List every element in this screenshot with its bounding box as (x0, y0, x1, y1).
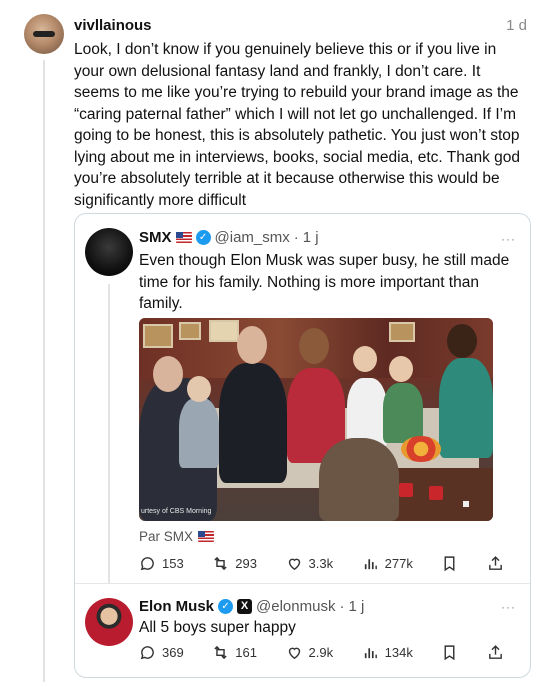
x-logo-icon: X (237, 599, 253, 614)
quoted-post[interactable]: SMX ✓ @iam_smx · 1 j ··· Even though Elo… (74, 213, 531, 678)
video-thumbnail[interactable]: urtesy of CBS Morning (139, 318, 493, 521)
us-flag-icon (198, 531, 215, 542)
reply-count: 369 (162, 644, 184, 660)
verified-badge-icon: ✓ (195, 230, 211, 245)
video-credit: urtesy of CBS Morning (141, 508, 212, 515)
repost-button[interactable]: 293 (212, 555, 257, 572)
elon-avatar[interactable] (85, 598, 133, 646)
reply-author-line: Elon Musk ✓ X @elonmusk · 1 j (139, 598, 364, 615)
post-divider (75, 583, 530, 584)
reply-author-name[interactable]: Elon Musk (139, 598, 214, 615)
post-text: Look, I don’t know if you genuinely beli… (74, 41, 521, 209)
share-icon (489, 644, 502, 659)
reply-icon (140, 645, 154, 659)
thread-line (43, 60, 45, 682)
post-time: 1 d (506, 17, 527, 34)
post-card: vivllainous 1 d Look, I don’t know if yo… (0, 0, 545, 682)
reply-button[interactable]: 369 (139, 644, 184, 661)
quoted-post-time: 1 j (302, 229, 319, 246)
heart-icon (288, 558, 300, 570)
quoted-author-handle[interactable]: @iam_smx (215, 229, 290, 246)
reply-count: 153 (162, 555, 184, 571)
quoted-author-name[interactable]: SMX (139, 229, 172, 246)
share-button[interactable] (487, 644, 504, 661)
reply-author-handle[interactable]: @elonmusk (256, 598, 335, 615)
like-count: 3.3k (308, 555, 334, 571)
like-count: 2.9k (308, 644, 334, 660)
user-avatar[interactable] (24, 14, 64, 54)
quoted-post-actions: 153 293 3.3k 277k (139, 553, 504, 573)
via-label: Par SMX (139, 529, 215, 544)
dot-separator: · (293, 229, 299, 246)
smx-avatar[interactable] (85, 228, 133, 276)
repost-icon (214, 556, 227, 570)
reply-post-time: 1 j (348, 598, 365, 615)
like-button[interactable]: 3.3k (286, 555, 334, 572)
bookmark-button[interactable] (441, 644, 458, 661)
share-button[interactable] (487, 555, 504, 572)
reply-icon (140, 556, 154, 570)
bookmark-icon (444, 555, 455, 571)
more-options-icon[interactable]: ··· (501, 600, 516, 614)
views-icon (364, 558, 377, 569)
post-username[interactable]: vivllainous (74, 17, 152, 34)
verified-badge-icon: ✓ (218, 599, 234, 614)
views-button[interactable]: 134k (362, 644, 413, 661)
repost-icon (214, 645, 227, 659)
repost-button[interactable]: 161 (212, 644, 257, 661)
reply-post-text: All 5 boys super happy (139, 619, 296, 636)
views-icon (364, 647, 377, 658)
repost-count: 293 (235, 555, 257, 571)
like-button[interactable]: 2.9k (286, 644, 334, 661)
views-count: 134k (384, 644, 413, 660)
via-label-text: Par SMX (139, 529, 194, 544)
bookmark-button[interactable] (441, 555, 458, 572)
views-count: 277k (384, 555, 413, 571)
reply-post-actions: 369 161 2.9k 134k (139, 642, 504, 662)
dot-separator: · (339, 598, 345, 615)
reply-button[interactable]: 153 (139, 555, 184, 572)
repost-count: 161 (235, 644, 257, 660)
quote-thread-line (108, 284, 110, 584)
volume-icon[interactable] (463, 499, 475, 509)
us-flag-icon (175, 232, 192, 243)
quoted-post-text: Even though Elon Musk was super busy, he… (139, 252, 510, 312)
heart-icon (288, 647, 300, 659)
quoted-author-line: SMX ✓ @iam_smx · 1 j (139, 229, 319, 246)
views-button[interactable]: 277k (362, 555, 413, 572)
share-icon (489, 555, 502, 570)
more-options-icon[interactable]: ··· (501, 232, 516, 246)
bookmark-icon (444, 644, 455, 660)
